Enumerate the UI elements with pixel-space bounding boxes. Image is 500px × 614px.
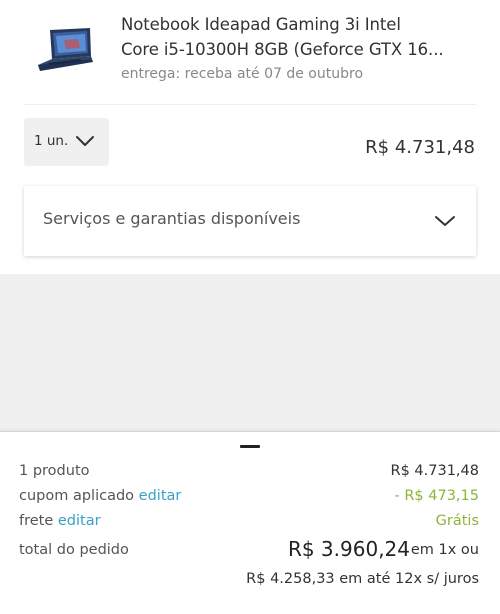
total-payment-suffix: em 1x ou xyxy=(410,542,479,558)
divider xyxy=(24,104,476,105)
products-count-label: 1 produto xyxy=(19,463,90,479)
services-warranties-dropdown[interactable]: Serviços e garantias disponíveis xyxy=(24,186,476,256)
quantity-value: 1 un. xyxy=(34,133,69,149)
product-thumbnail[interactable] xyxy=(36,26,94,76)
product-name-line-2: Core i5-10300H 8GB (Geforce GTX 16... xyxy=(121,40,444,59)
shipping-value: Grátis xyxy=(435,513,479,529)
coupon-label: cupom aplicado xyxy=(19,488,135,504)
shipping-row: frete editar xyxy=(19,513,101,529)
coupon-row: cupom aplicado editar xyxy=(19,488,181,504)
services-label: Serviços e garantias disponíveis xyxy=(43,209,301,228)
total-price: R$ 3.960,24 xyxy=(287,537,410,561)
chevron-down-icon xyxy=(76,136,94,146)
cart-item-card: Notebook Ideapad Gaming 3i Intel Core i5… xyxy=(0,0,500,274)
coupon-discount: - R$ 473,15 xyxy=(394,488,480,504)
products-subtotal: R$ 4.731,48 xyxy=(390,463,479,479)
drag-handle[interactable] xyxy=(240,445,260,448)
delivery-estimate: entrega: receba até 07 de outubro xyxy=(121,66,364,82)
total-label: total do pedido xyxy=(19,542,129,558)
product-name[interactable]: Notebook Ideapad Gaming 3i Intel Core i5… xyxy=(121,12,481,62)
coupon-edit-link[interactable]: editar xyxy=(139,488,182,504)
product-name-line-1: Notebook Ideapad Gaming 3i Intel xyxy=(121,15,401,34)
chevron-down-icon xyxy=(435,216,455,226)
order-summary-sheet: 1 produto R$ 4.731,48 cupom aplicado edi… xyxy=(0,431,500,614)
quantity-select[interactable]: 1 un. xyxy=(24,118,109,166)
item-price: R$ 4.731,48 xyxy=(365,137,475,158)
shipping-label: frete xyxy=(19,513,54,529)
laptop-icon xyxy=(38,28,93,71)
shipping-edit-link[interactable]: editar xyxy=(58,513,101,529)
installments-info: R$ 4.258,33 em até 12x s/ juros xyxy=(246,571,479,587)
